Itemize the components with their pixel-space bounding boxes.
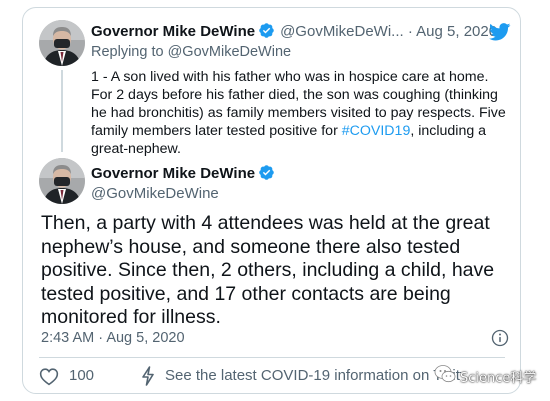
main-tweet-text: Then, a party with 4 attendees was held … xyxy=(41,212,511,330)
replying-to: Replying to @GovMikeDeWine xyxy=(91,42,291,62)
divider xyxy=(39,357,505,358)
wechat-logo-icon xyxy=(434,364,456,389)
thread-line xyxy=(61,70,63,152)
main-time[interactable]: 2:43 AM xyxy=(41,330,94,346)
main-avatar[interactable] xyxy=(39,158,85,204)
main-author-name[interactable]: Governor Mike DeWine xyxy=(91,165,255,182)
reply-author-name[interactable]: Governor Mike DeWine xyxy=(91,23,255,40)
heart-icon[interactable] xyxy=(39,367,59,393)
lightning-bolt-icon[interactable] xyxy=(141,366,155,393)
verified-badge-icon xyxy=(258,164,275,187)
replying-to-mention[interactable]: @GovMikeDeWine xyxy=(168,44,292,60)
covid-info-link[interactable]: See the latest COVID-19 information on T… xyxy=(165,365,461,387)
replying-to-label: Replying to xyxy=(91,44,164,60)
tweet-card: Governor Mike DeWine @GovMikeDeWi... · Au… xyxy=(22,7,521,394)
reply-date[interactable]: Aug 5, 2020 xyxy=(416,23,497,40)
covid19-hashtag-link[interactable]: #COVID19 xyxy=(342,123,411,139)
info-icon[interactable] xyxy=(491,329,509,352)
main-tweet-body: Then, a party with 4 attendees was held … xyxy=(41,212,495,328)
main-timestamp[interactable]: 2:43 AM · Aug 5, 2020 xyxy=(41,328,185,348)
main-date[interactable]: Aug 5, 2020 xyxy=(106,330,184,346)
main-separator: · xyxy=(98,330,104,346)
twitter-bird-icon[interactable] xyxy=(489,23,511,46)
main-author-handle[interactable]: @GovMikeDeWine xyxy=(91,184,219,204)
reply-separator: · xyxy=(407,23,413,40)
watermark: Science科学 xyxy=(434,364,536,388)
reply-avatar[interactable] xyxy=(39,20,85,66)
reply-tweet-text: 1 - A son lived with his father who was … xyxy=(91,68,511,158)
watermark-text: Science科学 xyxy=(460,370,537,386)
like-count[interactable]: 100 xyxy=(69,365,94,387)
reply-author-handle[interactable]: @GovMikeDeWi... xyxy=(280,23,404,40)
